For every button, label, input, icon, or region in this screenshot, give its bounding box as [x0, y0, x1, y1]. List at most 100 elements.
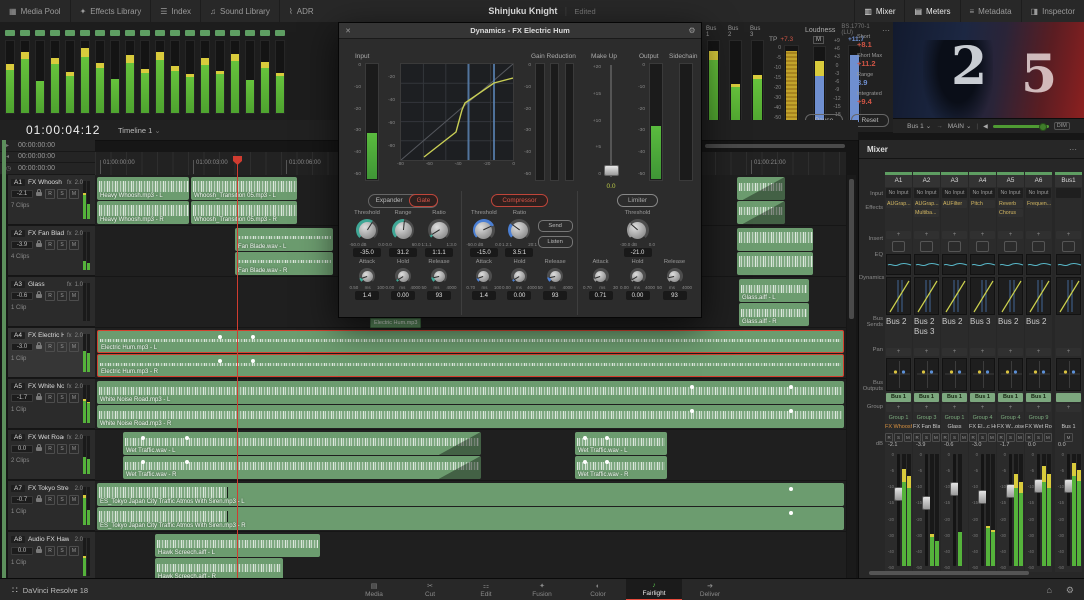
audio-clip[interactable]: White Noise Road.mp3 - L	[97, 381, 844, 404]
track-s-button[interactable]: S	[57, 240, 67, 250]
strip-input[interactable]	[1056, 188, 1081, 198]
track-db-value[interactable]: -0.6	[11, 292, 33, 300]
strip-m-button[interactable]: M	[931, 432, 940, 442]
topbar-button-mixer[interactable]: ▥ Mixer	[854, 0, 904, 22]
track-m-button[interactable]: M	[69, 393, 79, 403]
strip-pan[interactable]	[914, 358, 939, 391]
track-header-A5[interactable]: A5FX White Noisefx2.0-1.7RSM1 Clip	[8, 379, 95, 429]
topbar-button-sound-library[interactable]: ♫ Sound Library	[201, 0, 280, 22]
listen-button[interactable]: Listen	[537, 235, 573, 248]
makeup-value[interactable]: 0.0	[597, 183, 625, 190]
strip-s-button[interactable]: S	[1006, 432, 1015, 442]
knob[interactable]	[592, 268, 609, 284]
track-s-button[interactable]: S	[57, 444, 67, 454]
track-s-button[interactable]: S	[57, 189, 67, 199]
track-m-button[interactable]: M	[69, 240, 79, 250]
strip-eq-thumbnail[interactable]	[998, 254, 1024, 275]
playhead-line[interactable]	[237, 156, 238, 578]
audio-clip[interactable]: Glass.aiff - R	[739, 303, 809, 326]
knob[interactable]	[666, 268, 683, 284]
add-effect-button[interactable]: +	[886, 231, 911, 239]
strip-eq-thumbnail[interactable]	[914, 254, 940, 275]
strip-input[interactable]: No Input	[1026, 188, 1051, 198]
effect-chip[interactable]: AUGrap...	[886, 200, 911, 208]
add-send-button[interactable]: +	[886, 348, 911, 356]
audio-clip[interactable]: Wet Traffic.wav - L	[575, 432, 667, 455]
volume-knob[interactable]	[1038, 122, 1047, 131]
track-header-A6[interactable]: A6 FX Wet Road fx 2.0 0.0 R S M 2 Clips	[8, 430, 95, 480]
automation-point[interactable]	[218, 335, 222, 339]
track-db-value[interactable]: -2.1	[11, 190, 33, 198]
knob[interactable]	[475, 268, 492, 284]
fader-groove[interactable]	[897, 454, 900, 566]
knob-value[interactable]: 31.2	[389, 248, 417, 257]
track-r-button[interactable]: R	[45, 444, 55, 454]
strip-input[interactable]: No Input	[914, 188, 939, 198]
track-header-A2[interactable]: A2 FX Fan Blade fx 2.0 -3.9 R S M 4 Clips	[8, 226, 95, 276]
strip-db-value[interactable]: -3.0	[969, 442, 996, 450]
audio-clip[interactable]: Glass.aiff - L	[739, 279, 809, 302]
toggle-compressor[interactable]: Compressor	[491, 194, 548, 207]
track-s-button[interactable]: S	[57, 495, 67, 505]
toggle-limiter[interactable]: Limiter	[617, 194, 658, 207]
track-db-value[interactable]: 0.0	[11, 547, 33, 555]
add-output-button[interactable]: +	[1026, 404, 1051, 412]
strip-pan[interactable]	[1056, 358, 1081, 391]
audio-clip[interactable]: Fan Blade.wav - L	[235, 228, 333, 251]
audio-clip[interactable]	[737, 177, 785, 200]
insert-button[interactable]	[976, 241, 989, 252]
page-tab-deliver[interactable]: ➔ Deliver	[682, 579, 738, 600]
knob-value[interactable]: 93	[427, 291, 451, 300]
lock-icon[interactable]	[36, 444, 42, 451]
knob-value[interactable]: 0.71	[588, 291, 613, 300]
add-send-button[interactable]: +	[970, 348, 995, 356]
automation-point[interactable]	[141, 460, 145, 464]
automation-point[interactable]	[789, 385, 793, 389]
strip-m-button[interactable]: M	[1043, 432, 1052, 442]
effect-chip[interactable]: Reverb	[998, 200, 1023, 208]
insert-button[interactable]	[948, 241, 961, 252]
strip-pan[interactable]	[998, 358, 1023, 391]
strip-m-button[interactable]: M	[1015, 432, 1024, 442]
monitor-bus-select[interactable]: Bus 1 ⌄	[907, 122, 931, 131]
automation-point[interactable]	[605, 460, 609, 464]
strip-dynamics-thumbnail[interactable]	[1026, 277, 1051, 315]
add-send-button[interactable]: +	[942, 348, 967, 356]
timeline-vscrollbar[interactable]	[847, 175, 856, 578]
track-db-value[interactable]: -0.7	[11, 496, 33, 504]
automation-point[interactable]	[185, 460, 189, 464]
add-send-button[interactable]: +	[1026, 348, 1051, 356]
strip-eq-thumbnail[interactable]	[1026, 254, 1052, 275]
strip-pan[interactable]	[942, 358, 967, 391]
track-m-button[interactable]: M	[69, 291, 79, 301]
add-send-button[interactable]: +	[1056, 348, 1081, 356]
track-s-button[interactable]: S	[57, 291, 67, 301]
audio-clip[interactable]: Electric Hum.mp3 - R	[97, 354, 844, 377]
close-icon[interactable]: ✕	[339, 27, 357, 35]
page-tab-fusion[interactable]: ✦ Fusion	[514, 579, 570, 600]
track-db-value[interactable]: -1.7	[11, 394, 33, 402]
mixer-strip-A5[interactable]: A5 No Input Reverb Chorus + Bus 2 + Bus 1 + Group…	[997, 172, 1024, 572]
topbar-button-media-pool[interactable]: ▦ Media Pool	[0, 0, 71, 22]
lock-icon[interactable]	[36, 393, 42, 400]
page-tab-color[interactable]: ◐ Color	[570, 579, 626, 600]
audio-clip[interactable]	[737, 228, 813, 251]
track-db-value[interactable]: 0.0	[11, 445, 33, 453]
effect-chip[interactable]: Chorus	[998, 209, 1023, 217]
effect-chip[interactable]: AUFilter	[942, 200, 967, 208]
add-send-button[interactable]: +	[998, 348, 1023, 356]
topbar-button-adr[interactable]: ⌇ ADR	[280, 0, 323, 22]
audio-clip[interactable]: ES_Tokyo Japan City Traffic Atmos With S…	[97, 483, 844, 506]
mixer-hscrollbar[interactable]	[869, 571, 1029, 575]
monitor-volume-slider[interactable]	[992, 122, 1049, 131]
knob-value[interactable]: -35.0	[353, 248, 381, 257]
toggle-expander[interactable]: Expander	[369, 195, 410, 206]
monitor-dest-select[interactable]: MAIN ⌄	[948, 122, 972, 131]
knob[interactable]	[626, 219, 649, 241]
add-effect-button[interactable]: +	[914, 231, 939, 239]
strip-s-button[interactable]: S	[1034, 432, 1043, 442]
knob[interactable]	[356, 219, 378, 241]
bus-send-chip[interactable]: Bus 2	[1026, 317, 1051, 326]
track-m-button[interactable]: M	[69, 444, 79, 454]
strip-group[interactable]: Group 4	[969, 413, 996, 423]
